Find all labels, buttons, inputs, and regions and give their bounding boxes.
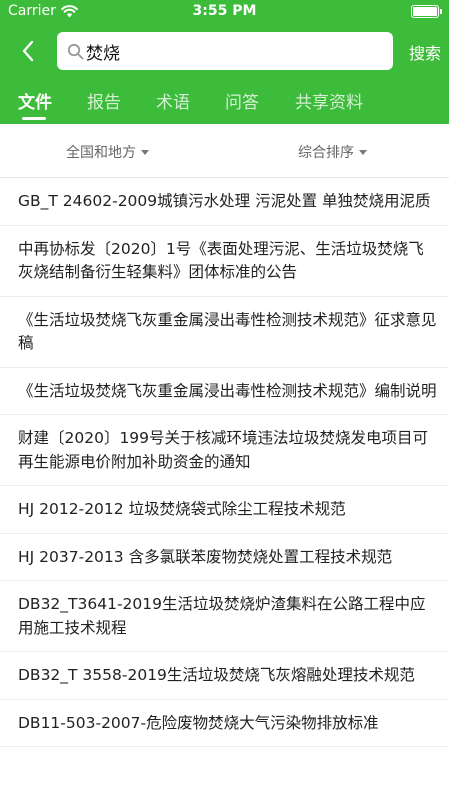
results-list: GB_T 24602-2009城镇污水处理 污泥处置 单独焚烧用泥质 中再协标发… bbox=[0, 178, 449, 747]
caret-down-icon bbox=[141, 149, 149, 155]
search-bar: 搜索 bbox=[0, 31, 449, 71]
filter-bar: 全国和地方 综合排序 bbox=[0, 124, 449, 178]
tab-terms[interactable]: 术语 bbox=[156, 88, 190, 113]
sort-filter-label: 综合排序 bbox=[298, 145, 354, 161]
tab-files[interactable]: 文件 bbox=[18, 88, 52, 113]
status-time: 3:55 PM bbox=[192, 3, 257, 19]
list-item[interactable]: DB32_T3641-2019生活垃圾焚烧炉渣集料在公路工程中应用施工技术规程 bbox=[0, 581, 449, 652]
tab-shared-materials[interactable]: 共享资料 bbox=[295, 88, 363, 113]
category-tabs: 文件 报告 术语 问答 共享资料 bbox=[0, 88, 449, 124]
list-item[interactable]: 《生活垃圾焚烧飞灰重金属浸出毒性检测技术规范》征求意见稿 bbox=[0, 297, 449, 368]
search-box[interactable] bbox=[57, 32, 393, 70]
back-button[interactable] bbox=[14, 37, 42, 65]
status-bar: Carrier 3:55 PM bbox=[0, 0, 449, 24]
list-item[interactable]: 《生活垃圾焚烧飞灰重金属浸出毒性检测技术规范》编制说明 bbox=[0, 368, 449, 415]
list-item[interactable]: HJ 2037-2013 含多氯联苯废物焚烧处置工程技术规范 bbox=[0, 534, 449, 581]
search-icon bbox=[67, 43, 84, 60]
app-header: Carrier 3:55 PM 搜索 bbox=[0, 0, 449, 124]
battery-icon bbox=[411, 5, 442, 18]
region-filter[interactable]: 全国和地方 bbox=[66, 142, 149, 162]
search-button[interactable]: 搜索 bbox=[409, 40, 441, 64]
sort-filter[interactable]: 综合排序 bbox=[298, 142, 367, 162]
tab-qa[interactable]: 问答 bbox=[225, 88, 259, 113]
chevron-left-icon bbox=[22, 40, 34, 62]
list-item[interactable]: 中再协标发〔2020〕1号《表面处理污泥、生活垃圾焚烧飞灰烧结制备衍生轻集料》团… bbox=[0, 226, 449, 297]
list-item[interactable]: DB32_T 3558-2019生活垃圾焚烧飞灰熔融处理技术规范 bbox=[0, 652, 449, 700]
list-item[interactable]: DB11-503-2007-危险废物焚烧大气污染物排放标准 bbox=[0, 700, 449, 747]
list-item[interactable]: HJ 2012-2012 垃圾焚烧袋式除尘工程技术规范 bbox=[0, 486, 449, 534]
caret-down-icon bbox=[359, 149, 367, 155]
region-filter-label: 全国和地方 bbox=[66, 145, 136, 161]
active-tab-indicator bbox=[22, 117, 46, 120]
tab-reports[interactable]: 报告 bbox=[87, 88, 121, 113]
search-input[interactable] bbox=[86, 41, 376, 61]
list-item[interactable]: GB_T 24602-2009城镇污水处理 污泥处置 单独焚烧用泥质 bbox=[0, 178, 449, 226]
list-item[interactable]: 财建〔2020〕199号关于核减环境违法垃圾焚烧发电项目可再生能源电价附加补助资… bbox=[0, 415, 449, 486]
